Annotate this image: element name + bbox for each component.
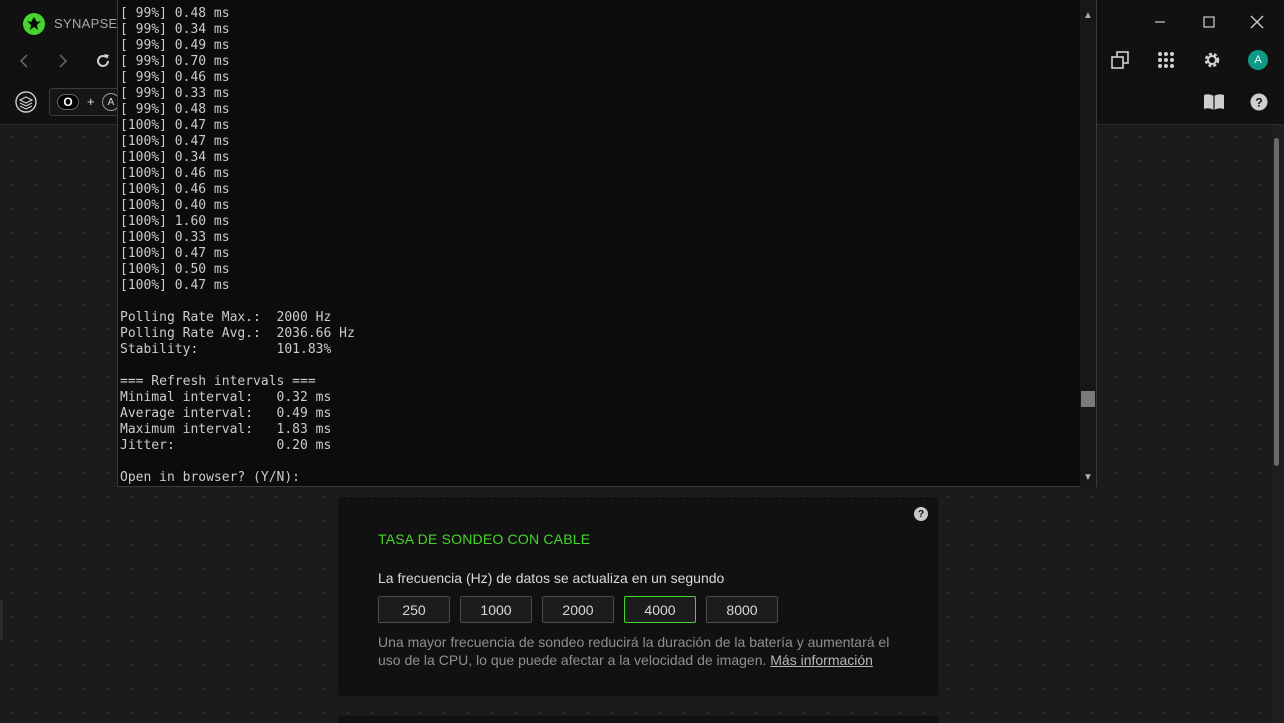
console-scrollbar-thumb[interactable] (1081, 390, 1095, 407)
console-line: [100%] 0.40 ms (120, 198, 230, 213)
rate-option-4000[interactable]: 4000 (624, 596, 696, 623)
console-line: Maximum interval: 1.83 ms (120, 422, 332, 437)
console-line: [ 99%] 0.48 ms (120, 102, 230, 117)
console-line: Polling Rate Avg.: 2036.66 Hz (120, 326, 355, 341)
gear-icon[interactable] (1198, 46, 1226, 74)
scroll-up-arrow-icon[interactable]: ▲ (1080, 8, 1096, 22)
console-line: [ 99%] 0.34 ms (120, 22, 230, 37)
maximize-button[interactable] (1191, 8, 1227, 36)
console-line: [100%] 0.47 ms (120, 118, 230, 133)
scroll-down-arrow-icon[interactable]: ▼ (1080, 470, 1096, 484)
more-info-link[interactable]: Más información (770, 652, 873, 668)
forward-icon[interactable] (49, 47, 77, 75)
console-line: === Refresh intervals === (120, 374, 316, 389)
layers-icon[interactable] (12, 88, 40, 116)
app-scrollbar-thumb[interactable] (1274, 138, 1279, 466)
console-line: [100%] 0.46 ms (120, 166, 230, 181)
left-edge-divider (0, 600, 3, 640)
book-icon[interactable] (1200, 88, 1228, 116)
console-line: [100%] 0.50 ms (120, 262, 230, 277)
console-line: [100%] 0.33 ms (120, 230, 230, 245)
console-line: [ 99%] 0.33 ms (120, 86, 230, 101)
console-line: Average interval: 0.49 ms (120, 406, 332, 421)
avatar[interactable]: A (1248, 50, 1268, 70)
console-line: Polling Rate Max.: 2000 Hz (120, 310, 332, 325)
console-window[interactable]: [ 99%] 0.48 ms [ 99%] 0.34 ms [ 99%] 0.4… (117, 0, 1097, 487)
rate-option-8000[interactable]: 8000 (706, 596, 778, 623)
svg-text:?: ? (1255, 96, 1262, 110)
console-line: [100%] 0.34 ms (120, 150, 230, 165)
polling-rate-card: ? TASA DE SONDEO CON CABLE La frecuencia… (338, 497, 938, 696)
minimize-button[interactable] (1142, 8, 1178, 36)
console-line: Stability: 101.83% (120, 342, 332, 357)
rate-option-1000[interactable]: 1000 (460, 596, 532, 623)
chip-button-label: O (57, 94, 79, 110)
refresh-icon[interactable] (89, 47, 117, 75)
console-scrollbar[interactable]: ▲ ▼ (1080, 0, 1096, 487)
console-line: Open in browser? (Y/N): (120, 470, 301, 485)
console-line: Minimal interval: 0.32 ms (120, 390, 332, 405)
next-card-edge (338, 716, 938, 723)
console-line: [ 99%] 0.49 ms (120, 38, 230, 53)
console-line: [100%] 0.47 ms (120, 278, 230, 293)
console-line: Jitter: 0.20 ms (120, 438, 332, 453)
card-subtitle: La frecuencia (Hz) de datos se actualiza… (378, 570, 725, 586)
console-line: [100%] 0.46 ms (120, 182, 230, 197)
rate-option-2000[interactable]: 2000 (542, 596, 614, 623)
app-name: SYNAPSE (54, 16, 118, 31)
card-title: TASA DE SONDEO CON CABLE (378, 531, 591, 547)
console-line: [100%] 0.47 ms (120, 134, 230, 149)
console-line: [ 99%] 0.46 ms (120, 70, 230, 85)
console-output: [ 99%] 0.48 ms [ 99%] 0.34 ms [ 99%] 0.4… (120, 6, 355, 486)
razer-logo-icon (23, 13, 45, 35)
back-icon[interactable] (10, 47, 38, 75)
chip-plus: + (87, 94, 95, 109)
console-line: [100%] 1.60 ms (120, 214, 230, 229)
console-line: [ 99%] 0.48 ms (120, 6, 230, 21)
card-help-icon[interactable]: ? (914, 507, 928, 521)
switch-window-icon[interactable] (1106, 46, 1134, 74)
apps-grid-icon[interactable] (1152, 46, 1180, 74)
console-line: [100%] 0.47 ms (120, 246, 230, 261)
card-description: Una mayor frecuencia de sondeo reducirá … (378, 633, 898, 669)
rate-option-250[interactable]: 250 (378, 596, 450, 623)
close-button[interactable] (1239, 8, 1275, 36)
console-line: [ 99%] 0.70 ms (120, 54, 230, 69)
help-icon[interactable]: ? (1245, 88, 1273, 116)
